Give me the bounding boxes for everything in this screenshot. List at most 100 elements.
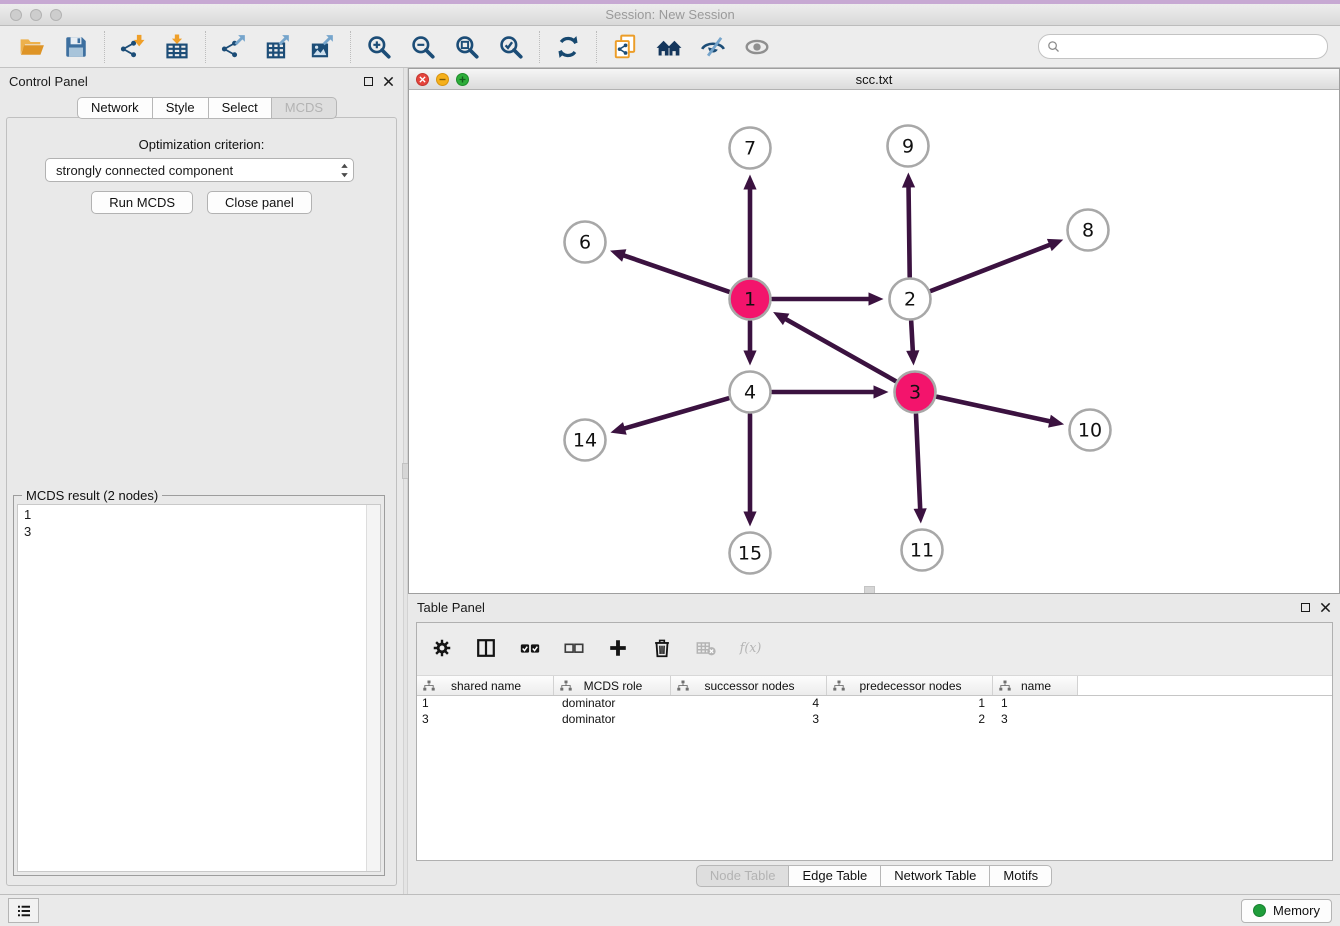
network-canvas[interactable]: 7 9 6 8 1 2 4 3 14 10 15 11: [409, 90, 1339, 593]
node-14[interactable]: 14: [565, 420, 606, 461]
cell-name[interactable]: 1: [993, 696, 1078, 712]
cell-predecessor-nodes[interactable]: 2: [827, 712, 993, 728]
memory-status-icon: [1253, 904, 1266, 917]
add-row-button[interactable]: [607, 637, 631, 661]
control-panel-float-button[interactable]: [364, 77, 373, 86]
edge-1-2[interactable]: [773, 292, 884, 305]
cell-name[interactable]: 3: [993, 712, 1078, 728]
node-10[interactable]: 10: [1070, 410, 1111, 451]
column-header-shared-name[interactable]: shared name: [417, 676, 554, 695]
column-header-label: name: [1012, 679, 1072, 693]
node-6[interactable]: 6: [565, 222, 606, 263]
import-network-icon: [120, 34, 146, 60]
zoom-in-button[interactable]: [365, 33, 393, 61]
criterion-dropdown[interactable]: strongly connected component: [45, 158, 354, 182]
zoom-in-icon: [366, 34, 392, 60]
mcds-result-scrollbar[interactable]: [366, 505, 380, 871]
svg-text:10: 10: [1078, 420, 1102, 442]
node-7[interactable]: 7: [730, 128, 771, 169]
edge-4-15[interactable]: [743, 415, 756, 527]
column-header-MCDS-role[interactable]: MCDS role: [554, 676, 671, 695]
cell-successor-nodes[interactable]: 3: [671, 712, 827, 728]
table-panel: Table Panel f(x) shared nameMCDS rolesuc…: [408, 594, 1340, 894]
run-mcds-button[interactable]: Run MCDS: [91, 191, 193, 214]
table-row[interactable]: 3dominator323: [417, 712, 1332, 728]
edge-3-10[interactable]: [937, 397, 1064, 428]
zoom-out-button[interactable]: [409, 33, 437, 61]
tab-select[interactable]: Select: [208, 97, 272, 119]
export-network-button[interactable]: [220, 33, 248, 61]
tab-network-table[interactable]: Network Table: [880, 865, 990, 887]
select-all-button[interactable]: [519, 637, 543, 661]
edge-4-3[interactable]: [773, 385, 889, 398]
tab-style[interactable]: Style: [152, 97, 209, 119]
node-15[interactable]: 15: [730, 533, 771, 574]
deselect-all-button[interactable]: [563, 637, 587, 661]
hide-selected-button[interactable]: [699, 33, 727, 61]
export-table-button[interactable]: [264, 33, 292, 61]
first-neighbors-button[interactable]: [655, 33, 683, 61]
hierarchy-icon: [559, 679, 573, 693]
gear-button[interactable]: [431, 637, 455, 661]
node-1[interactable]: 1: [730, 279, 771, 320]
edge-4-14[interactable]: [610, 398, 728, 434]
import-network-button[interactable]: [119, 33, 147, 61]
cell-MCDS-role[interactable]: dominator: [554, 712, 671, 728]
app-title: Session: New Session: [0, 7, 1340, 22]
tab-motifs[interactable]: Motifs: [989, 865, 1052, 887]
mcds-result-group: MCDS result (2 nodes) 1 3: [13, 495, 385, 876]
search-field[interactable]: [1038, 34, 1328, 59]
tab-node-table[interactable]: Node Table: [696, 865, 790, 887]
column-header-predecessor-nodes[interactable]: predecessor nodes: [827, 676, 993, 695]
zoom-selected-button[interactable]: [497, 33, 525, 61]
horizontal-splitter-handle[interactable]: [864, 586, 875, 593]
columns-button[interactable]: [475, 637, 499, 661]
node-2[interactable]: 2: [890, 279, 931, 320]
clone-network-button[interactable]: [611, 33, 639, 61]
task-history-button[interactable]: [8, 898, 39, 923]
memory-button[interactable]: Memory: [1241, 899, 1332, 923]
fx-button: f(x): [739, 637, 763, 661]
save-session-button[interactable]: [62, 33, 90, 61]
hierarchy-icon: [998, 679, 1012, 693]
node-8[interactable]: 8: [1068, 210, 1109, 251]
edge-2-8[interactable]: [931, 239, 1063, 291]
tab-edge-table[interactable]: Edge Table: [788, 865, 881, 887]
zoom-fit-button[interactable]: [453, 33, 481, 61]
table-panel-float-button[interactable]: [1301, 603, 1310, 612]
control-panel-close-button[interactable]: [383, 76, 394, 87]
cell-shared-name[interactable]: 1: [417, 696, 554, 712]
mcds-result-text: 1 3: [18, 505, 365, 871]
edge-2-9[interactable]: [902, 172, 915, 276]
cell-shared-name[interactable]: 3: [417, 712, 554, 728]
export-image-button[interactable]: [308, 33, 336, 61]
table-row[interactable]: 1dominator411: [417, 696, 1332, 712]
node-9[interactable]: 9: [888, 126, 929, 167]
cell-predecessor-nodes[interactable]: 1: [827, 696, 993, 712]
network-graph[interactable]: 7 9 6 8 1 2 4 3 14 10 15 11: [409, 90, 1339, 593]
column-header-name[interactable]: name: [993, 676, 1078, 695]
edge-1-6[interactable]: [610, 249, 729, 291]
column-header-successor-nodes[interactable]: successor nodes: [671, 676, 827, 695]
node-11[interactable]: 11: [902, 530, 943, 571]
close-panel-button[interactable]: Close panel: [207, 191, 312, 214]
open-folder-button[interactable]: [18, 33, 46, 61]
node-3[interactable]: 3: [895, 372, 936, 413]
cell-successor-nodes[interactable]: 4: [671, 696, 827, 712]
edge-3-11[interactable]: [914, 414, 927, 523]
show-all-button[interactable]: [743, 33, 771, 61]
edge-1-7[interactable]: [743, 175, 756, 277]
edge-2-3[interactable]: [906, 321, 919, 365]
delete-row-button[interactable]: [651, 637, 675, 661]
search-input[interactable]: [1061, 39, 1320, 54]
edge-1-4[interactable]: [743, 322, 756, 366]
tab-mcds[interactable]: MCDS: [271, 97, 337, 119]
tab-network[interactable]: Network: [77, 97, 153, 119]
import-table-button[interactable]: [163, 33, 191, 61]
edge-3-1[interactable]: [773, 312, 895, 381]
table-panel-close-button[interactable]: [1320, 602, 1331, 613]
refresh-layout-button[interactable]: [554, 33, 582, 61]
cell-MCDS-role[interactable]: dominator: [554, 696, 671, 712]
node-4[interactable]: 4: [730, 372, 771, 413]
delete-table-icon: [695, 637, 719, 661]
